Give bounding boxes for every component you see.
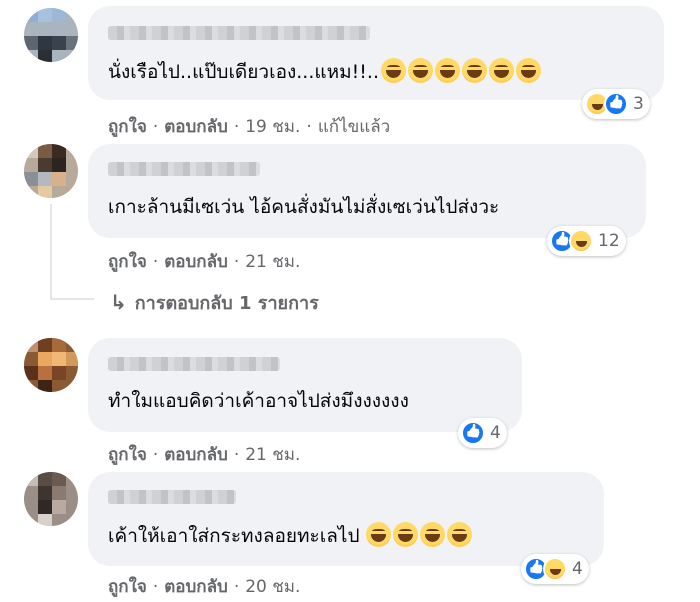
- reaction-summary[interactable]: 12: [547, 226, 626, 256]
- reaction-count: 4: [572, 559, 583, 579]
- laughing-emoji-icon: [446, 522, 472, 547]
- author-name-blurred[interactable]: [108, 26, 370, 40]
- separator-dot: ·: [306, 117, 312, 137]
- laughing-emoji-icon: [392, 522, 418, 547]
- avatar[interactable]: [24, 144, 78, 198]
- timestamp[interactable]: 21 ชม.: [245, 252, 300, 272]
- like-reaction-icon: [604, 92, 628, 116]
- comment-text: นั่งเรือไป..แป๊บเดียวเอง...แหม!!..: [108, 58, 541, 85]
- comment-bubble: [88, 144, 646, 238]
- reaction-count: 12: [598, 231, 620, 251]
- comment-actions: ถูกใจ · ตอบกลับ · 20 ชม.: [108, 573, 300, 600]
- timestamp[interactable]: 20 ชม.: [245, 577, 300, 597]
- like-reaction-icon: [461, 421, 485, 445]
- laughing-emoji-icon: [380, 58, 406, 83]
- reply-link[interactable]: ตอบกลับ: [164, 445, 228, 465]
- separator-dot: ·: [233, 252, 240, 272]
- timestamp[interactable]: 19 ชม.: [245, 117, 300, 137]
- laughing-emoji-icon: [365, 522, 391, 547]
- separator-dot: ·: [152, 252, 159, 272]
- edited-label[interactable]: แก้ไขแล้ว: [318, 117, 390, 137]
- comment-bubble: [88, 472, 604, 566]
- comment-text-content: นั่งเรือไป..แป๊บเดียวเอง...แหม!!..: [108, 61, 379, 83]
- comment-actions: ถูกใจ · ตอบกลับ · 21 ชม.: [108, 441, 300, 468]
- thread-line: [50, 298, 94, 300]
- separator-dot: ·: [152, 445, 159, 465]
- timestamp[interactable]: 21 ชม.: [245, 445, 300, 465]
- separator-dot: ·: [233, 577, 240, 597]
- laughing-emoji-icon: [419, 522, 445, 547]
- laughing-emoji-icon: [515, 58, 541, 83]
- separator-dot: ·: [233, 445, 240, 465]
- separator-dot: ·: [152, 117, 159, 137]
- separator-dot: ·: [152, 577, 159, 597]
- avatar[interactable]: [24, 8, 78, 62]
- view-replies-link[interactable]: ↳ การตอบกลับ 1 รายการ: [110, 288, 319, 317]
- like-link[interactable]: ถูกใจ: [108, 117, 147, 137]
- comment-text: ทำใมแอบคิดว่าเค้าอาจไปส่งมึงงงงงง: [108, 390, 409, 412]
- avatar[interactable]: [24, 472, 78, 526]
- reply-arrow-icon: ↳: [110, 290, 127, 314]
- avatar[interactable]: [24, 338, 78, 392]
- reply-link[interactable]: ตอบกลับ: [164, 252, 228, 272]
- laughing-emoji-icon: [488, 58, 514, 83]
- reaction-count: 3: [633, 94, 644, 114]
- laughing-emoji-icon: [434, 58, 460, 83]
- reply-link[interactable]: ตอบกลับ: [164, 577, 228, 597]
- comment-bubble: [88, 338, 522, 432]
- reaction-count: 4: [490, 423, 501, 443]
- like-link[interactable]: ถูกใจ: [108, 252, 147, 272]
- laughing-emoji-icon: [461, 58, 487, 83]
- comment-text: เกาะล้านมีเซเว่น ไอ้คนสั่งมันไม่สั่งเซเว…: [108, 196, 500, 218]
- comment-text-content: เค้าให้เอาใส่กระทงลอยทะเลไป: [108, 525, 360, 547]
- haha-reaction-icon: [569, 229, 593, 253]
- reply-link[interactable]: ตอบกลับ: [164, 117, 228, 137]
- haha-reaction-icon: [543, 557, 567, 581]
- reaction-summary[interactable]: 4: [458, 418, 507, 448]
- comment-bubble: [88, 6, 664, 100]
- like-link[interactable]: ถูกใจ: [108, 445, 147, 465]
- author-name-blurred[interactable]: [108, 490, 236, 504]
- author-name-blurred[interactable]: [108, 357, 280, 371]
- comment-text: เค้าให้เอาใส่กระทงลอยทะเลไป: [108, 522, 472, 549]
- reaction-summary[interactable]: 4: [521, 554, 589, 584]
- separator-dot: ·: [233, 117, 240, 137]
- laughing-emoji-icon: [407, 58, 433, 83]
- view-replies-label: การตอบกลับ 1 รายการ: [134, 293, 319, 314]
- comment-actions: ถูกใจ · ตอบกลับ · 21 ชม.: [108, 248, 300, 275]
- comment-actions: ถูกใจ · ตอบกลับ · 19 ชม. · แก้ไขแล้ว: [108, 113, 390, 140]
- like-link[interactable]: ถูกใจ: [108, 577, 147, 597]
- author-name-blurred[interactable]: [108, 162, 260, 176]
- thread-line: [50, 204, 52, 298]
- reaction-summary[interactable]: 3: [582, 89, 650, 119]
